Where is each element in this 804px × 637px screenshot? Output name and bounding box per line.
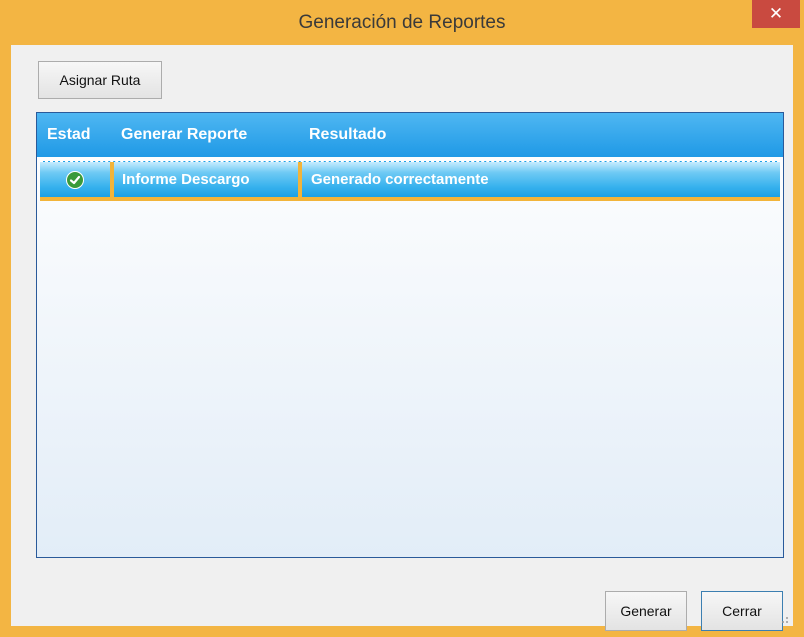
assign-route-button[interactable]: Asignar Ruta — [38, 61, 162, 99]
close-window-button[interactable]: ✕ — [752, 0, 800, 28]
report-dialog: Generación de Reportes ✕ Asignar Ruta Es… — [0, 0, 804, 637]
window-title: Generación de Reportes — [298, 12, 506, 33]
report-cell: Informe Descargo — [122, 171, 250, 188]
resize-grip-icon[interactable] — [779, 614, 789, 624]
column-header-report[interactable]: Generar Reporte — [121, 113, 247, 157]
grid-header: Estad Generar Reporte Resultado — [37, 113, 783, 157]
table-row[interactable]: Informe Descargo Generado correctamente — [40, 161, 780, 201]
cell-separator — [298, 162, 302, 198]
generate-button[interactable]: Generar — [605, 591, 687, 631]
close-button[interactable]: Cerrar — [701, 591, 783, 631]
check-icon — [66, 171, 84, 189]
close-icon: ✕ — [768, 4, 784, 23]
reports-grid[interactable]: Estad Generar Reporte Resultado Informe … — [36, 112, 784, 558]
column-header-status[interactable]: Estad — [47, 113, 91, 157]
dialog-client-area: Asignar Ruta Estad Generar Reporte Resul… — [11, 45, 793, 631]
cell-separator — [110, 162, 114, 198]
result-cell: Generado correctamente — [311, 171, 489, 188]
title-bar[interactable]: Generación de Reportes ✕ — [0, 0, 804, 45]
column-header-result[interactable]: Resultado — [309, 113, 386, 157]
